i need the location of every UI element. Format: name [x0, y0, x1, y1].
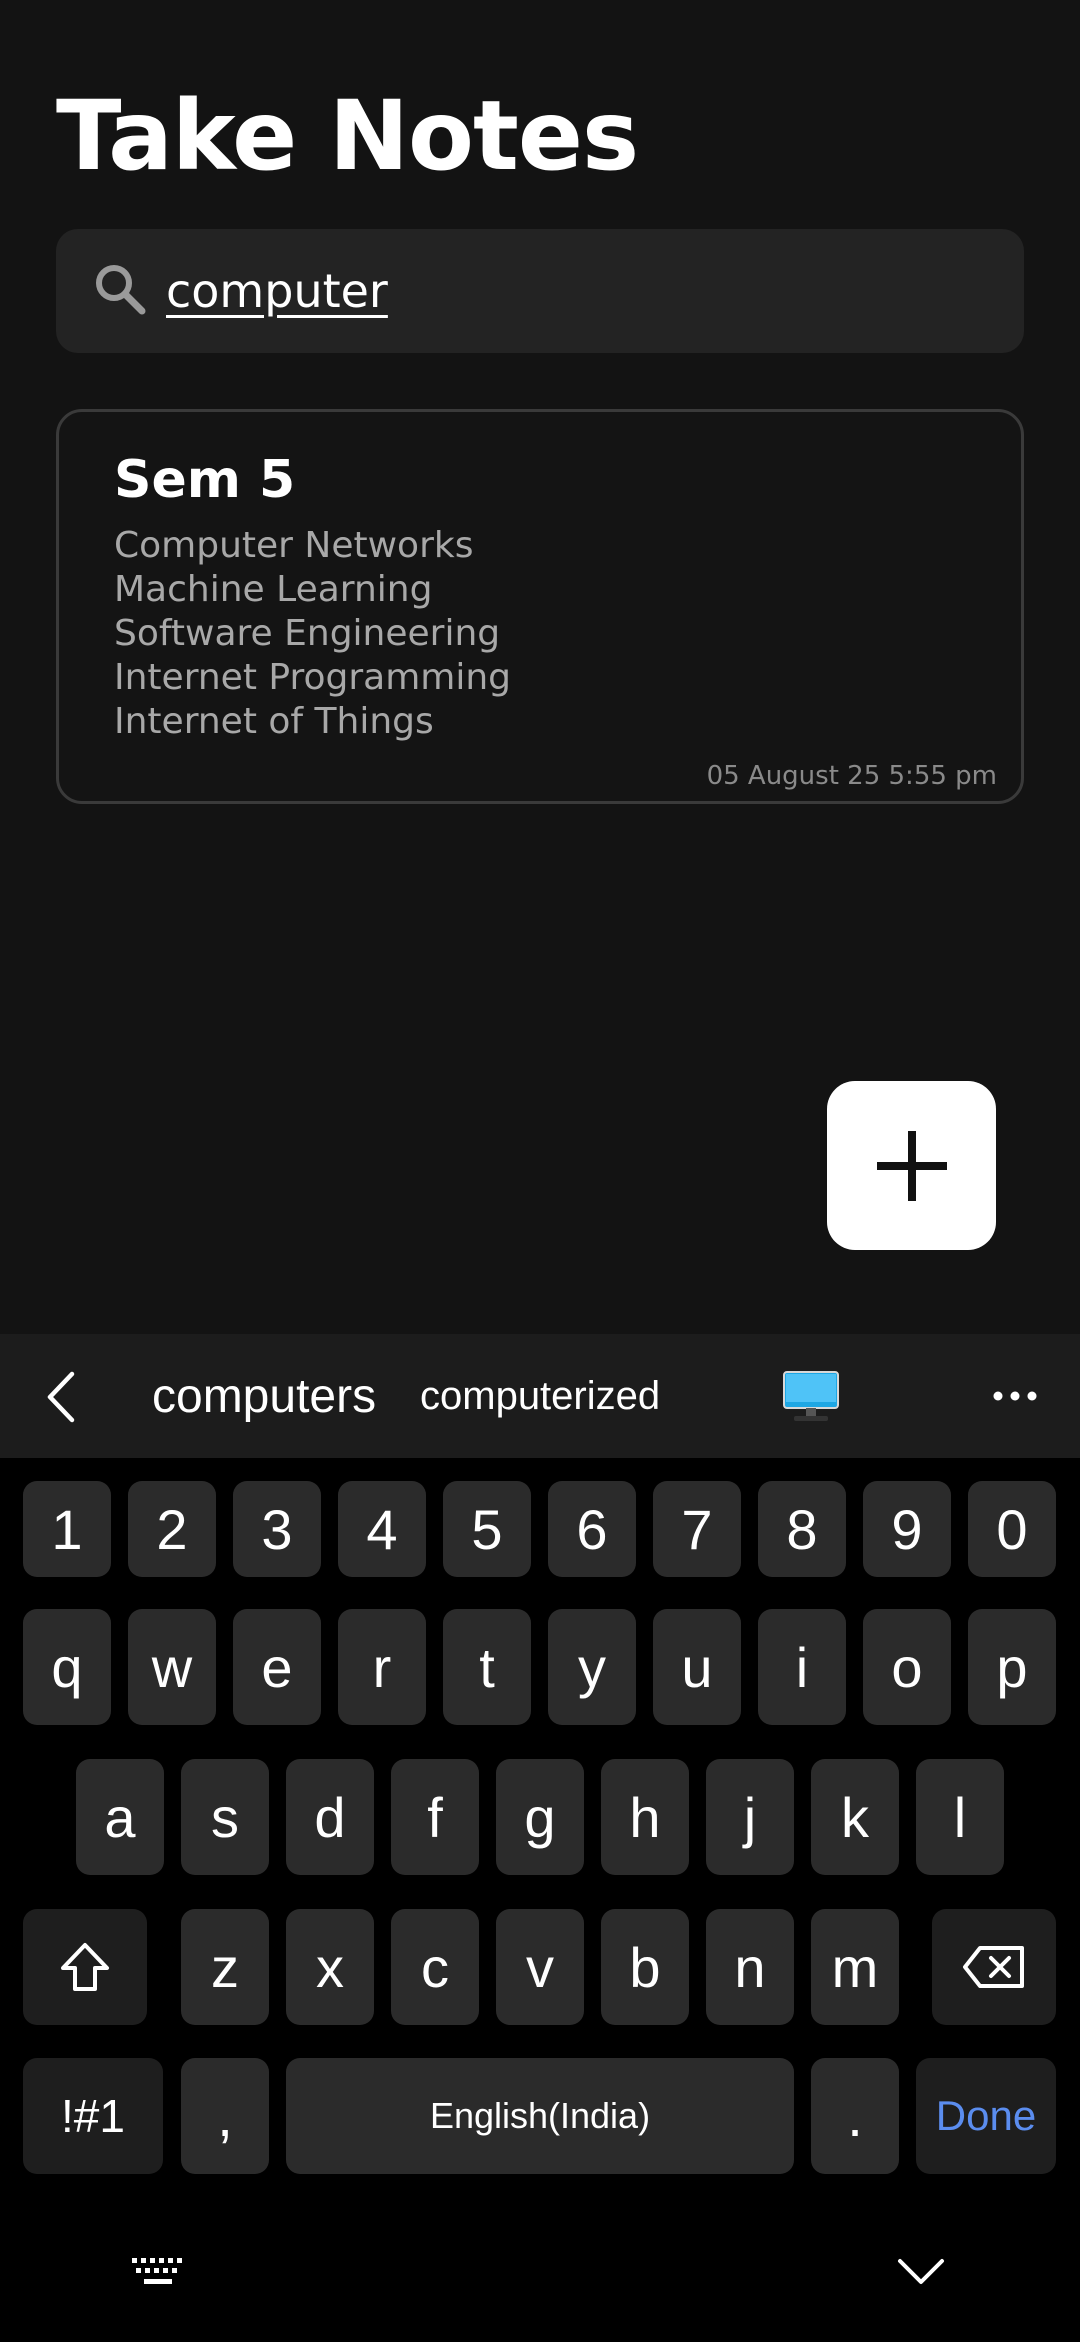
search-input[interactable]: [166, 257, 986, 325]
note-line: Machine Learning: [114, 569, 433, 610]
key[interactable]: 8: [758, 1481, 846, 1577]
key[interactable]: d: [286, 1759, 374, 1875]
keyboard: 1 2 3 4 5 6 7 8 9 0 q w e r t y u i o p …: [0, 1458, 1080, 2342]
key[interactable]: u: [653, 1609, 741, 1725]
suggestion-word[interactable]: computerized: [420, 1334, 660, 1458]
key[interactable]: i: [758, 1609, 846, 1725]
key[interactable]: m: [811, 1909, 899, 2025]
space-key[interactable]: English(India): [286, 2058, 794, 2174]
key[interactable]: 2: [128, 1481, 216, 1577]
plus-icon: [876, 1130, 947, 1201]
key[interactable]: t: [443, 1609, 531, 1725]
symbols-key[interactable]: !#1: [23, 2058, 163, 2174]
page-title: Take Notes: [56, 80, 639, 192]
shift-key[interactable]: [23, 1909, 147, 2025]
note-line: Internet Programming: [114, 657, 512, 698]
suggestion-bar: computers computerized: [0, 1334, 1080, 1458]
key[interactable]: 3: [233, 1481, 321, 1577]
note-card[interactable]: Sem 5 Computer Networks Machine Learning…: [56, 409, 1024, 804]
suggestion-word[interactable]: computers: [152, 1334, 376, 1458]
note-title: Sem 5: [114, 450, 296, 510]
key[interactable]: q: [23, 1609, 111, 1725]
note-preview: Computer Networks Machine Learning Softw…: [114, 524, 511, 744]
key[interactable]: 9: [863, 1481, 951, 1577]
key[interactable]: j: [706, 1759, 794, 1875]
key[interactable]: 6: [548, 1481, 636, 1577]
note-line: Computer Networks: [114, 525, 474, 566]
done-key[interactable]: Done: [916, 2058, 1056, 2174]
key[interactable]: h: [601, 1759, 689, 1875]
key[interactable]: o: [863, 1609, 951, 1725]
key[interactable]: 5: [443, 1481, 531, 1577]
add-note-button[interactable]: [827, 1081, 996, 1250]
key[interactable]: a: [76, 1759, 164, 1875]
key[interactable]: n: [706, 1909, 794, 2025]
key[interactable]: g: [496, 1759, 584, 1875]
shift-icon: [61, 1943, 109, 1991]
more-horizontal-icon[interactable]: [990, 1386, 1040, 1406]
key[interactable]: s: [181, 1759, 269, 1875]
key[interactable]: 1: [23, 1481, 111, 1577]
chevron-down-icon[interactable]: [896, 2256, 946, 2286]
key[interactable]: c: [391, 1909, 479, 2025]
search-bar[interactable]: [56, 229, 1024, 353]
note-line: Software Engineering: [114, 613, 501, 654]
key[interactable]: f: [391, 1759, 479, 1875]
key[interactable]: 4: [338, 1481, 426, 1577]
note-timestamp: 05 August 25 5:55 pm: [706, 761, 997, 791]
period-key[interactable]: .: [811, 2058, 899, 2174]
desktop-computer-emoji[interactable]: [782, 1370, 840, 1424]
backspace-key[interactable]: [932, 1909, 1056, 2025]
chevron-left-icon[interactable]: [38, 1370, 88, 1424]
search-icon: [96, 265, 146, 315]
key[interactable]: e: [233, 1609, 321, 1725]
key[interactable]: l: [916, 1759, 1004, 1875]
note-line: Internet of Things: [114, 701, 434, 742]
backspace-icon: [963, 1946, 1024, 1988]
key[interactable]: p: [968, 1609, 1056, 1725]
keyboard-icon[interactable]: [130, 2254, 186, 2290]
key[interactable]: x: [286, 1909, 374, 2025]
key[interactable]: 7: [653, 1481, 741, 1577]
key[interactable]: 0: [968, 1481, 1056, 1577]
key[interactable]: k: [811, 1759, 899, 1875]
key[interactable]: y: [548, 1609, 636, 1725]
key[interactable]: z: [181, 1909, 269, 2025]
comma-key[interactable]: ,: [181, 2058, 269, 2174]
key[interactable]: w: [128, 1609, 216, 1725]
key[interactable]: r: [338, 1609, 426, 1725]
key[interactable]: b: [601, 1909, 689, 2025]
key[interactable]: v: [496, 1909, 584, 2025]
